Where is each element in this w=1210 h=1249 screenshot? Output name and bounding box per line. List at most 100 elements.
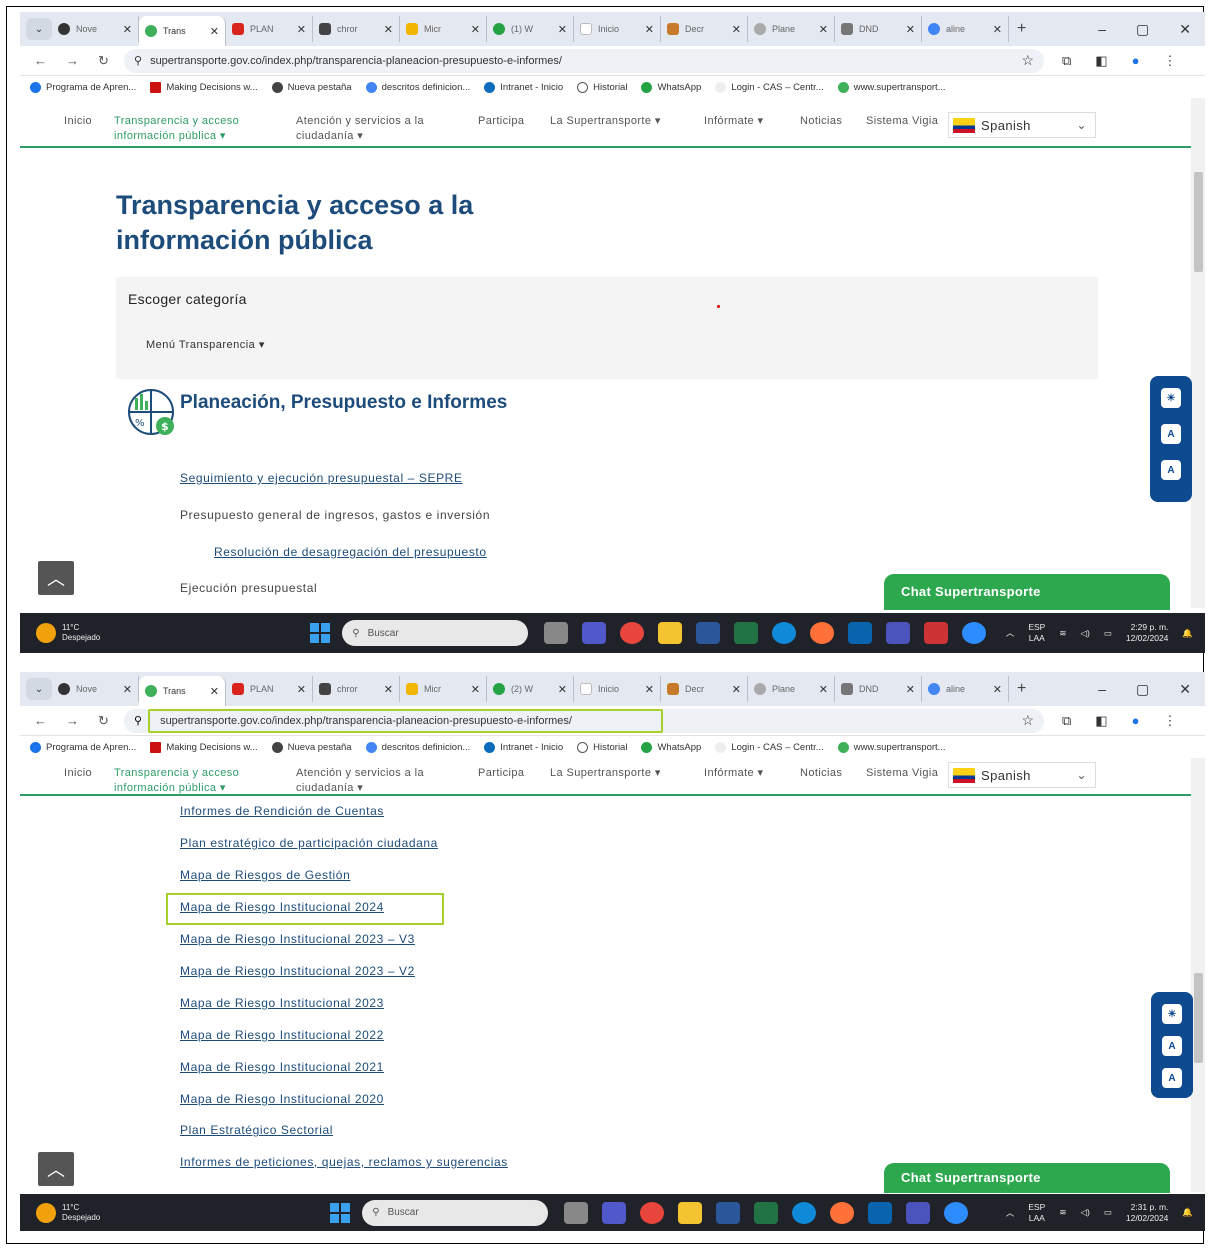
contrast-icon[interactable]: ☀ [1161,388,1181,408]
edge-icon[interactable] [792,1201,817,1224]
outlook-icon[interactable] [848,622,873,644]
bookmark[interactable]: www.supertransport... [837,81,946,93]
close-icon[interactable]: ✕ [993,683,1002,696]
tab-active[interactable]: Trans ✕ [139,16,226,46]
close-window-icon[interactable]: ✕ [1179,21,1191,38]
bookmark[interactable]: Nueva pestaña [271,741,352,753]
close-icon[interactable]: ✕ [210,685,219,698]
word-icon[interactable] [716,1201,741,1224]
taskbar-search[interactable]: ⚲ Buscar [362,1199,549,1226]
link-mapa-riesgo-2020[interactable]: Mapa de Riesgo Institucional 2020 [180,1092,384,1106]
link-plan-estrategico-sectorial[interactable]: Plan Estratégico Sectorial [180,1123,333,1137]
tab[interactable]: Plane ✕ [748,676,835,702]
menu-icon[interactable]: ⋮ [1163,713,1176,729]
link-plan-participacion[interactable]: Plan estratégico de participación ciudad… [180,836,438,850]
clock[interactable]: 2:29 p. m. 12/02/2024 [1126,622,1169,644]
tab[interactable]: (1) W ✕ [487,16,574,42]
close-icon[interactable]: ✕ [210,25,219,38]
bookmark[interactable]: Intranet - Inicio [484,81,563,93]
close-icon[interactable]: ✕ [906,23,915,36]
close-icon[interactable]: ✕ [384,683,393,696]
close-icon[interactable]: ✕ [906,683,915,696]
link-mapa-riesgo-2023-v2[interactable]: Mapa de Riesgo Institucional 2023 – V2 [180,964,415,978]
task-view-icon[interactable] [544,622,569,644]
bookmark[interactable]: descritos definicion... [365,81,470,93]
start-icon[interactable] [330,1202,351,1223]
edge-icon[interactable] [772,622,797,644]
wifi-icon[interactable]: ≋ [1059,1207,1066,1218]
notification-bell-icon[interactable]: 🔔 [1182,628,1193,639]
nav-transparencia[interactable]: Transparencia y acceso información públic… [114,114,239,144]
close-icon[interactable]: ✕ [558,23,567,36]
url-input[interactable]: ⚲ supertransporte.gov.co/index.php/transp… [124,48,1044,73]
back-icon[interactable]: ← [34,53,52,68]
nav-transparencia[interactable]: Transparencia y acceso información públic… [114,766,239,796]
close-icon[interactable]: ✕ [123,23,132,36]
close-icon[interactable]: ✕ [471,23,480,36]
word-icon[interactable] [696,622,721,644]
tab-search-button[interactable]: ⌄ [26,18,52,40]
close-icon[interactable]: ✕ [732,683,741,696]
bookmark[interactable]: WhatsApp [641,741,701,753]
close-icon[interactable]: ✕ [732,23,741,36]
clock[interactable]: 2:31 p. m. 12/02/2024 [1126,1202,1169,1224]
globe-app-icon[interactable] [944,1201,969,1224]
battery-icon[interactable]: ▭ [1104,628,1112,639]
nav-inicio[interactable]: Inicio [64,114,92,129]
bookmark[interactable]: Login - CAS – Centr... [715,81,824,93]
teams-work-icon[interactable] [886,622,911,644]
bookmark[interactable]: Historial [577,741,627,753]
volume-icon[interactable]: ◁) [1080,628,1089,639]
excel-icon[interactable] [734,622,759,644]
bookmark[interactable]: Making Decisions w... [150,741,258,753]
close-icon[interactable]: ✕ [297,23,306,36]
language-select[interactable]: Spanish ⌄ [948,762,1096,788]
nav-noticias[interactable]: Noticias [800,766,842,781]
tab[interactable]: chror ✕ [313,16,400,42]
menu-icon[interactable]: ⋮ [1163,53,1176,69]
maximize-icon[interactable]: ▢ [1136,21,1149,38]
close-icon[interactable]: ✕ [645,23,654,36]
nav-informate[interactable]: Infórmate ▾ [704,766,763,781]
nav-supertransporte[interactable]: La Supertransporte ▾ [550,766,661,781]
tab[interactable]: aline ✕ [922,676,1009,702]
close-icon[interactable]: ✕ [819,23,828,36]
chevron-up-icon[interactable]: ︿ [1006,1207,1015,1219]
forward-icon[interactable]: → [66,53,84,68]
link-mapa-riesgo-2023[interactable]: Mapa de Riesgo Institucional 2023 [180,996,384,1010]
tab[interactable]: Plane ✕ [748,16,835,42]
link-mapa-riesgo-2021[interactable]: Mapa de Riesgo Institucional 2021 [180,1060,384,1074]
new-tab-button[interactable]: + [1017,680,1026,698]
link-sepre[interactable]: Seguimiento y ejecución presupuestal – S… [180,471,463,485]
tab[interactable]: Decr ✕ [661,676,748,702]
profile-icon[interactable]: ● [1132,53,1140,69]
tab[interactable]: Inicio ✕ [574,676,661,702]
app-icon[interactable] [924,622,949,644]
scrollbar[interactable] [1191,758,1205,1192]
wifi-icon[interactable]: ≋ [1059,628,1066,639]
input-language[interactable]: ESP LAA [1028,622,1045,644]
bookmark[interactable]: Intranet - Inicio [484,741,563,753]
bookmark[interactable]: descritos definicion... [365,741,470,753]
teams-icon[interactable] [582,622,607,644]
chat-button[interactable]: Chat Supertransporte [884,1163,1170,1193]
chevron-up-icon[interactable]: ︿ [1006,627,1015,639]
weather-widget[interactable]: 11°C Despejado [36,623,100,643]
close-icon[interactable]: ✕ [384,23,393,36]
tab[interactable]: (2) W ✕ [487,676,574,702]
close-icon[interactable]: ✕ [645,683,654,696]
tab[interactable]: PLAN ✕ [226,676,313,702]
maximize-icon[interactable]: ▢ [1136,681,1149,698]
close-icon[interactable]: ✕ [123,683,132,696]
nav-participa[interactable]: Participa [478,766,524,781]
scroll-top-button[interactable]: ︿ [38,561,74,595]
file-explorer-icon[interactable] [678,1201,703,1224]
bookmark[interactable]: Nueva pestaña [271,81,352,93]
nav-atencion[interactable]: Atención y servicios a la ciudadanía ▾ [296,766,424,796]
tab[interactable]: chror ✕ [313,676,400,702]
contrast-icon[interactable]: ☀ [1162,1004,1182,1024]
increase-font-icon[interactable]: A [1161,460,1181,480]
site-info-icon[interactable]: ⚲ [134,714,142,727]
tab[interactable]: Nove ✕ [52,16,139,42]
tab[interactable]: Inicio ✕ [574,16,661,42]
